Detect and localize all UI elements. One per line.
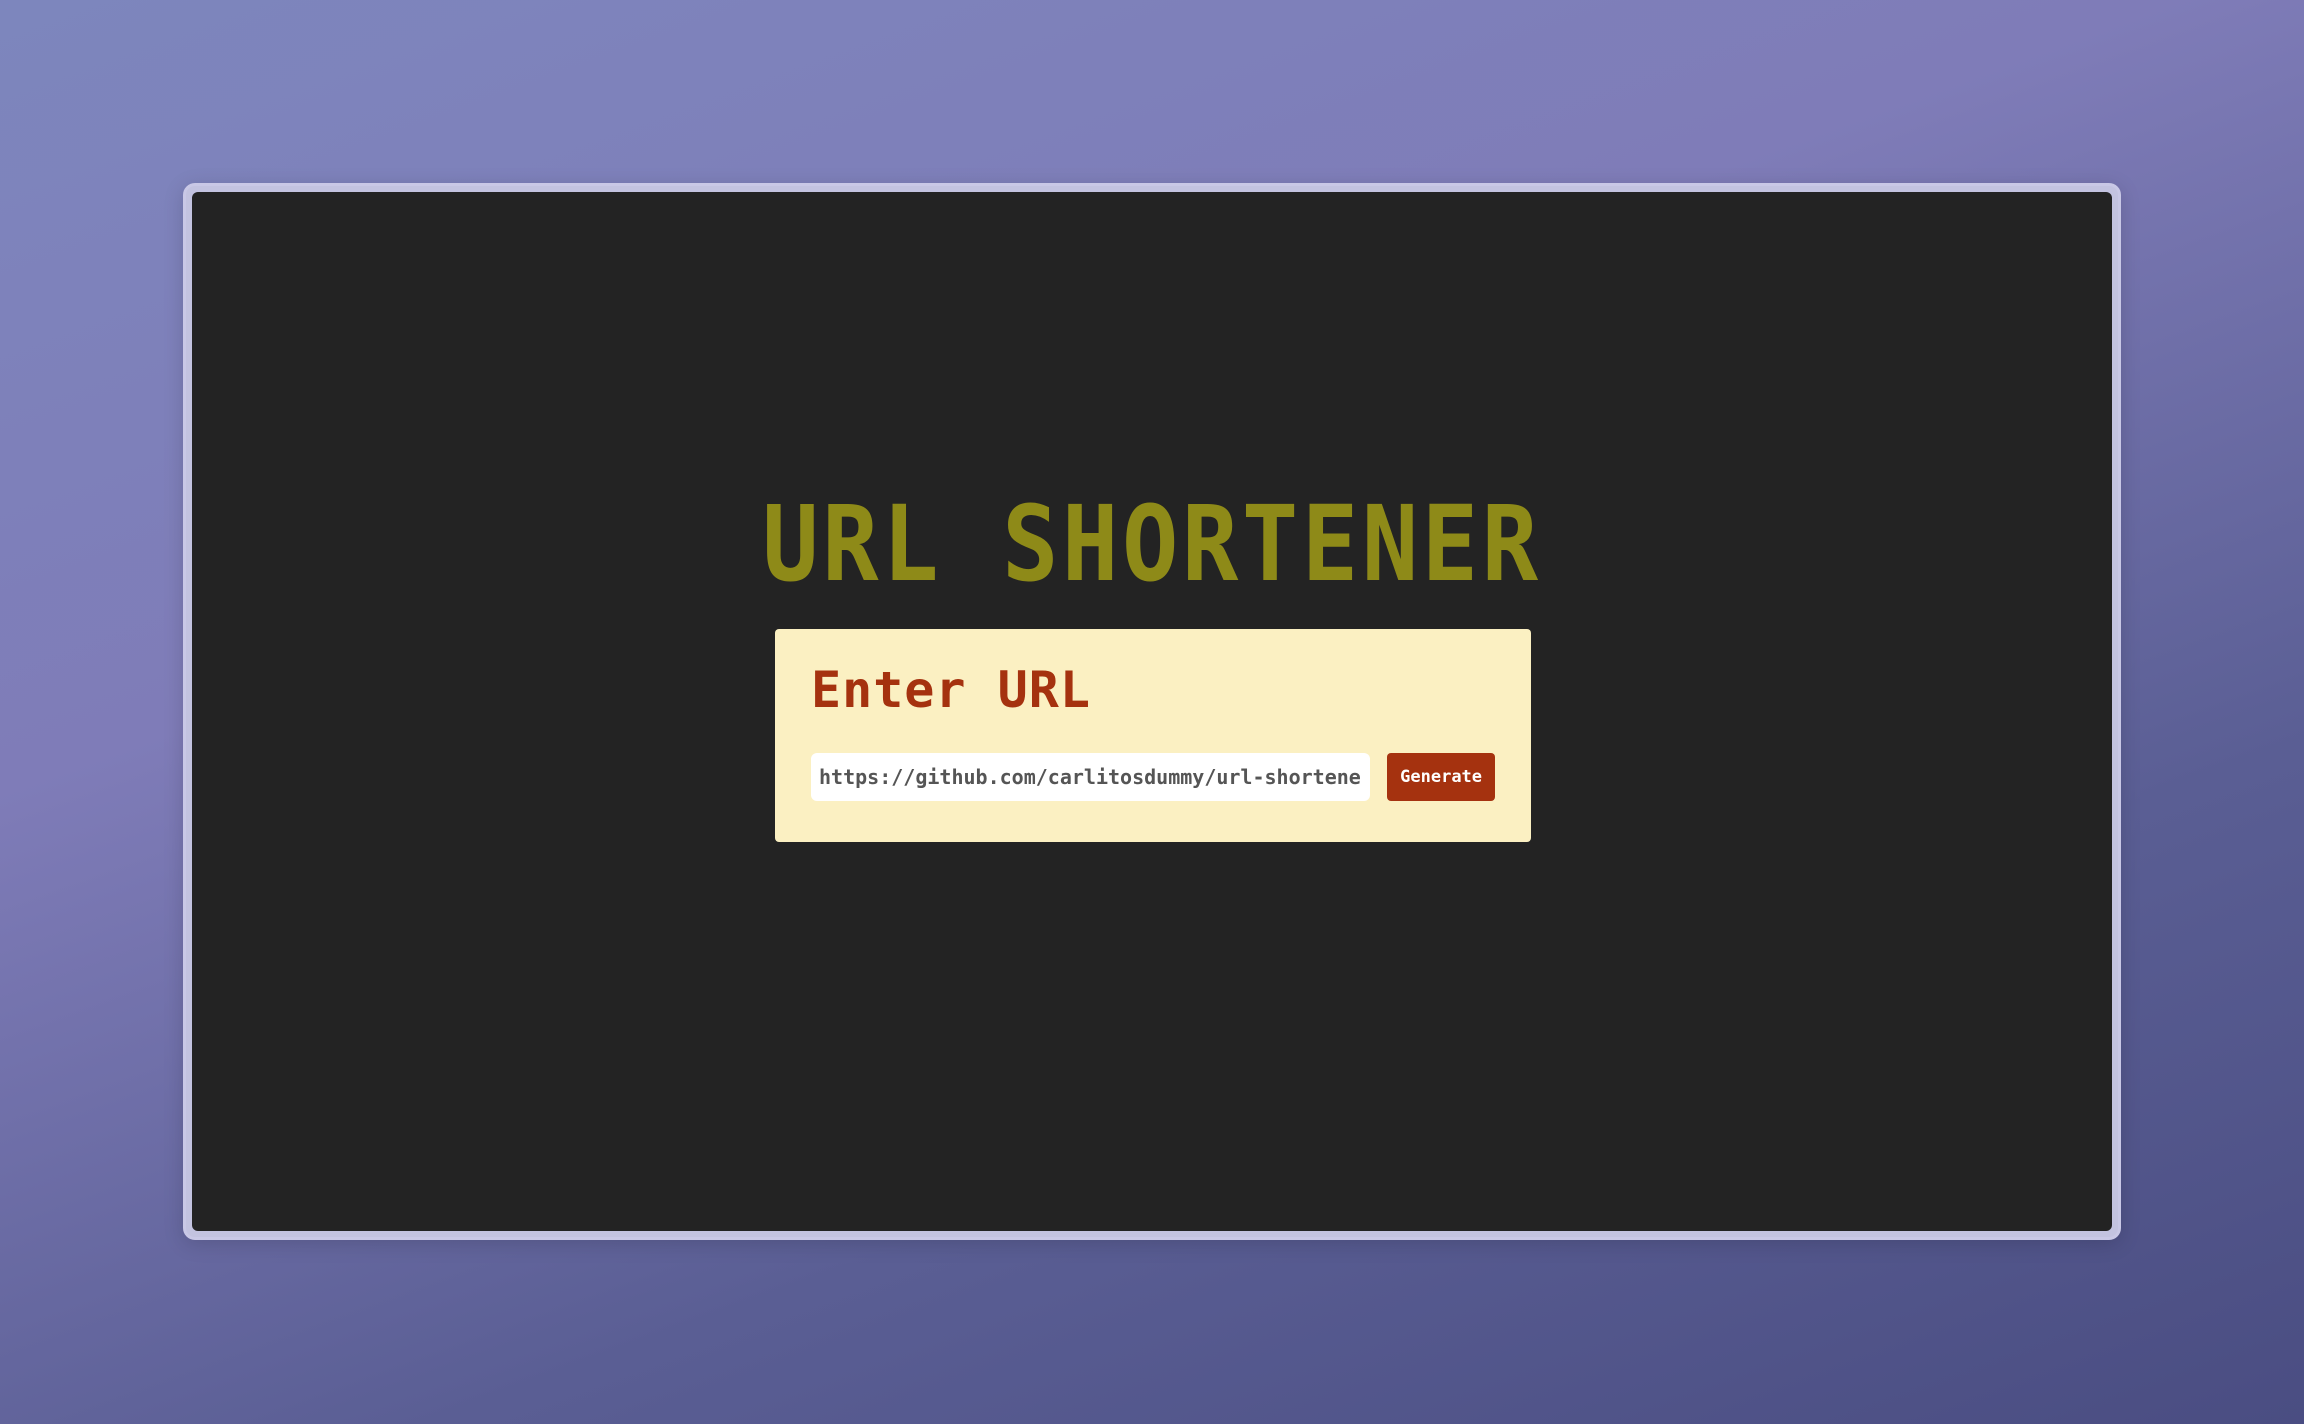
url-input[interactable] [811,753,1371,801]
url-form-row: Generate [811,753,1495,801]
app-screen: URL SHORTENER Enter URL Generate [192,192,2112,1231]
url-form-card: Enter URL Generate [775,629,1531,842]
page-title: URL SHORTENER [762,483,1542,605]
app-window-frame: URL SHORTENER Enter URL Generate [183,183,2121,1240]
generate-button[interactable]: Generate [1387,753,1495,801]
form-heading: Enter URL [811,661,1091,719]
